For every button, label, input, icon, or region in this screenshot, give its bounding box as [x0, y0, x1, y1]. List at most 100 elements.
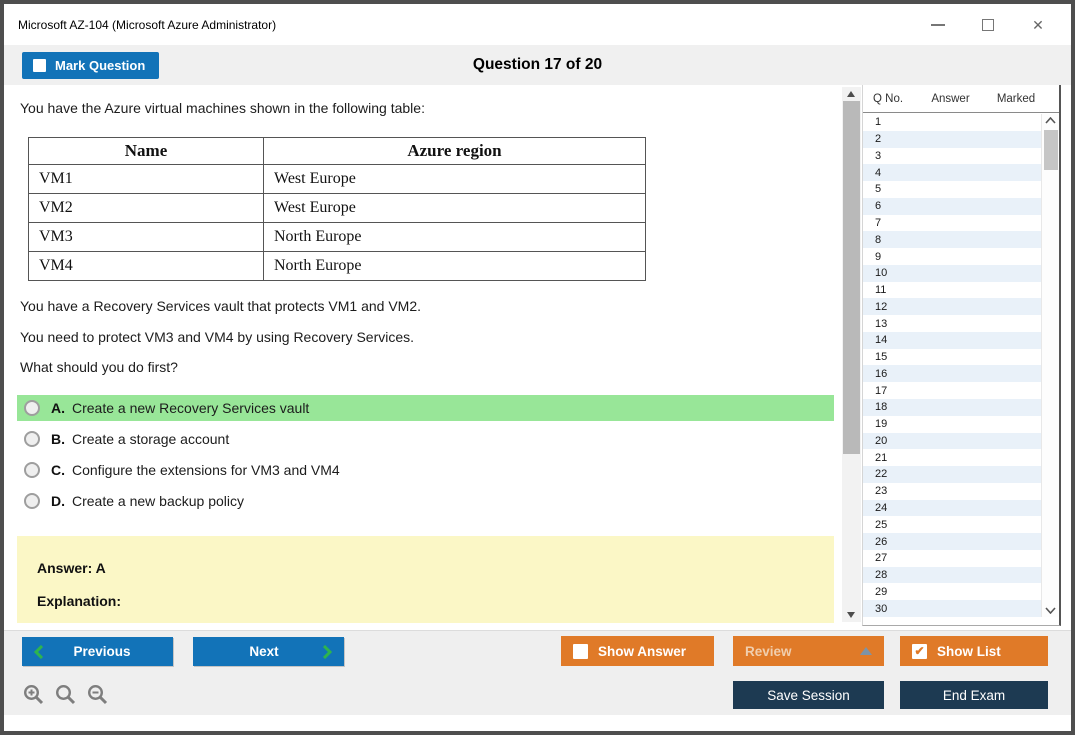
close-icon: ✕	[1032, 18, 1044, 32]
question-list-scrollbar[interactable]	[1041, 114, 1059, 617]
question-intro: You have the Azure virtual machines show…	[20, 100, 425, 116]
q-number: 26	[863, 536, 887, 548]
q-number: 21	[863, 452, 887, 464]
q-number: 29	[863, 586, 887, 598]
chevron-up-icon[interactable]	[1045, 117, 1056, 124]
question-list-row[interactable]: 30	[863, 600, 1042, 617]
question-list-row[interactable]: 20	[863, 433, 1042, 450]
question-list-row[interactable]: 24	[863, 500, 1042, 517]
radio-icon[interactable]	[24, 400, 40, 416]
zoom-controls	[22, 683, 109, 706]
table-header-row: Name Azure region	[29, 138, 646, 165]
option-letter: B.	[51, 431, 65, 447]
table-header-name: Name	[29, 138, 264, 165]
question-list-row[interactable]: 2	[863, 131, 1042, 148]
question-list-row[interactable]: 23	[863, 483, 1042, 500]
question-list-row[interactable]: 10	[863, 265, 1042, 282]
question-list-row[interactable]: 7	[863, 215, 1042, 232]
zoom-out-button[interactable]	[86, 683, 109, 706]
question-list-row[interactable]: 12	[863, 298, 1042, 315]
question-list-row[interactable]: 16	[863, 365, 1042, 382]
q-number: 7	[863, 217, 881, 229]
q-number: 11	[863, 284, 886, 296]
answer-option-a[interactable]: A.Create a new Recovery Services vault	[17, 395, 834, 421]
question-list-row[interactable]: 25	[863, 516, 1042, 533]
question-list-row[interactable]: 27	[863, 550, 1042, 567]
mark-question-label: Mark Question	[55, 58, 145, 73]
chevron-down-icon[interactable]	[1045, 607, 1056, 614]
show-list-checkbox-icon: ✔	[912, 644, 927, 659]
mark-question-button[interactable]: Mark Question	[22, 52, 159, 79]
question-list-row[interactable]: 19	[863, 416, 1042, 433]
question-list-row[interactable]: 9	[863, 248, 1042, 265]
question-list-row[interactable]: 29	[863, 583, 1042, 600]
question-list-row[interactable]: 26	[863, 533, 1042, 550]
table-row: VM2West Europe	[29, 194, 646, 223]
chevron-left-icon	[34, 645, 43, 659]
table-row: VM4North Europe	[29, 252, 646, 281]
question-list-row[interactable]: 18	[863, 399, 1042, 416]
question-list-row[interactable]: 22	[863, 466, 1042, 483]
app-window: Microsoft AZ-104 (Microsoft Azure Admini…	[0, 0, 1075, 735]
explanation-label: Explanation:	[37, 593, 834, 609]
next-button[interactable]: Next	[193, 637, 344, 666]
table-cell: West Europe	[264, 165, 646, 194]
previous-button[interactable]: Previous	[22, 637, 173, 666]
title-bar: Microsoft AZ-104 (Microsoft Azure Admini…	[4, 4, 1071, 45]
list-scrollbar-thumb[interactable]	[1044, 130, 1058, 170]
save-session-button[interactable]: Save Session	[733, 681, 884, 709]
main-scrollbar-thumb[interactable]	[843, 101, 860, 454]
scroll-up-icon[interactable]	[847, 91, 855, 97]
table-header-region: Azure region	[264, 138, 646, 165]
maximize-button[interactable]	[963, 13, 1013, 37]
question-list-row[interactable]: 3	[863, 148, 1042, 165]
question-list-row[interactable]: 6	[863, 198, 1042, 215]
question-list-row[interactable]: 8	[863, 231, 1042, 248]
next-label: Next	[205, 644, 323, 659]
zoom-in-icon	[22, 683, 45, 706]
q-number: 9	[863, 251, 881, 263]
question-list-row[interactable]: 14	[863, 332, 1042, 349]
show-list-button[interactable]: ✔ Show List	[900, 636, 1048, 666]
question-list-row[interactable]: 28	[863, 567, 1042, 584]
magnifier-icon	[54, 683, 77, 706]
show-answer-button[interactable]: Show Answer	[561, 636, 714, 666]
column-q-no: Q No.	[863, 93, 918, 105]
table-cell: VM1	[29, 165, 264, 194]
question-paragraph: You have a Recovery Services vault that …	[20, 298, 421, 314]
question-list-row[interactable]: 1	[863, 114, 1042, 131]
q-number: 22	[863, 468, 887, 480]
q-number: 28	[863, 569, 887, 581]
option-text: Create a new backup policy	[72, 493, 244, 509]
radio-icon[interactable]	[24, 431, 40, 447]
question-list-row[interactable]: 4	[863, 164, 1042, 181]
answer-option-b[interactable]: B. Create a storage account	[17, 426, 834, 452]
question-list-row[interactable]: 17	[863, 382, 1042, 399]
question-list-row[interactable]: 11	[863, 282, 1042, 299]
question-list-row[interactable]: 15	[863, 349, 1042, 366]
answer-option-d[interactable]: D. Create a new backup policy	[17, 488, 834, 514]
zoom-reset-button[interactable]	[54, 683, 77, 706]
close-button[interactable]: ✕	[1013, 13, 1063, 37]
option-letter: D.	[51, 493, 65, 509]
chevron-right-icon	[323, 645, 332, 659]
radio-icon[interactable]	[24, 493, 40, 509]
question-list-row[interactable]: 21	[863, 449, 1042, 466]
minimize-button[interactable]	[913, 13, 963, 37]
window-controls: ✕	[913, 13, 1063, 37]
q-number: 4	[863, 167, 881, 179]
table-cell: VM4	[29, 252, 264, 281]
q-number: 5	[863, 183, 881, 195]
question-list-row[interactable]: 13	[863, 315, 1042, 332]
radio-icon[interactable]	[24, 462, 40, 478]
review-button[interactable]: Review	[733, 636, 884, 666]
q-number: 25	[863, 519, 887, 531]
zoom-in-button[interactable]	[22, 683, 45, 706]
option-text: Create a storage account	[72, 431, 229, 447]
end-exam-button[interactable]: End Exam	[900, 681, 1048, 709]
main-scrollbar[interactable]	[842, 87, 861, 622]
question-list-row[interactable]: 5	[863, 181, 1042, 198]
answer-panel: Answer: A Explanation:	[17, 536, 834, 623]
answer-option-c[interactable]: C.Configure the extensions for VM3 and V…	[17, 457, 834, 483]
scroll-down-icon[interactable]	[847, 612, 855, 618]
